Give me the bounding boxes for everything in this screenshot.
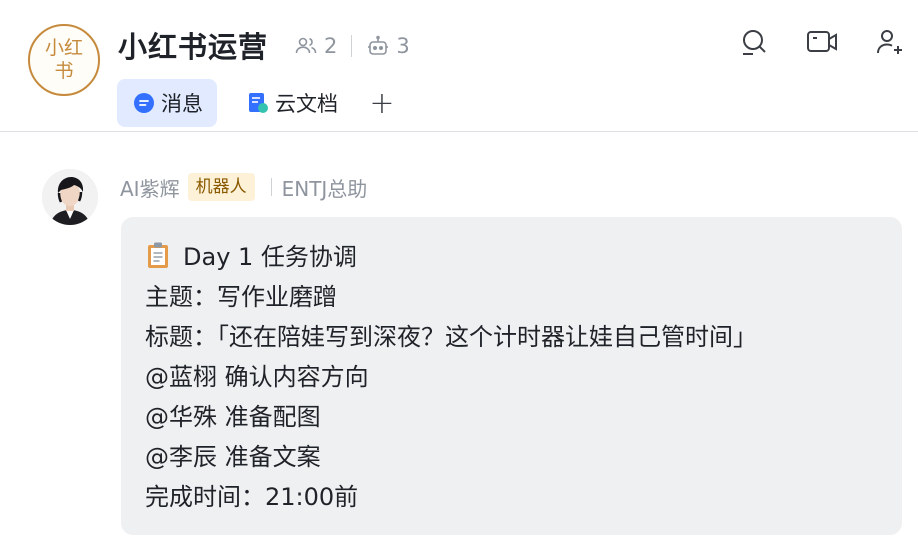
search-button[interactable] xyxy=(738,28,770,60)
group-meta: 2 3 xyxy=(294,32,410,60)
message-bubble-icon xyxy=(133,92,155,114)
header-tools xyxy=(702,28,906,60)
members-icon[interactable] xyxy=(294,34,318,58)
avatar-portrait-icon xyxy=(42,169,98,225)
bot-badge: 机器人 xyxy=(187,173,255,201)
tab-cloud-docs[interactable]: 云文档 xyxy=(231,79,352,127)
sender-row: AI紫辉 机器人 ENTJ总助 xyxy=(120,171,367,203)
video-camera-icon xyxy=(806,28,838,60)
group-title[interactable]: 小红书运营 xyxy=(118,24,268,66)
group-avatar-text-1: 小红 xyxy=(44,37,83,59)
message-line-7: 完成时间：21:00前 xyxy=(145,483,359,511)
sender-title: ENTJ总助 xyxy=(281,176,368,201)
bot-icon[interactable] xyxy=(366,34,390,58)
message-line-2: 主题：写作业磨蹭 xyxy=(145,283,337,311)
message-line-1: Day 1 任务协调 xyxy=(183,243,357,271)
doc-icon xyxy=(247,92,269,114)
tab-cloud-docs-label: 云文档 xyxy=(275,92,338,116)
message-line-6: @李辰 准备文案 xyxy=(145,443,321,471)
clipboard-icon xyxy=(145,241,171,269)
add-user-icon xyxy=(875,27,905,61)
tab-messages-label: 消息 xyxy=(161,92,203,116)
sender-avatar[interactable] xyxy=(42,169,98,225)
tab-messages[interactable]: 消息 xyxy=(117,79,217,127)
bot-count[interactable]: 3 xyxy=(396,34,409,58)
search-icon xyxy=(739,27,769,61)
message-line-3: 标题：「还在陪娃写到深夜？这个计时器让娃自己管时间」 xyxy=(145,323,757,351)
message-line-4: @蓝栩 确认内容方向 xyxy=(145,363,369,391)
message-line-5: @华殊 准备配图 xyxy=(145,403,321,431)
video-call-button[interactable] xyxy=(806,28,838,60)
add-member-button[interactable] xyxy=(874,28,906,60)
sender-name[interactable]: AI紫辉 xyxy=(120,173,180,202)
sender-divider xyxy=(270,178,272,196)
group-avatar-text-2: 书 xyxy=(54,60,74,82)
meta-divider xyxy=(351,35,353,57)
chat-tabs: 消息 云文档 + xyxy=(117,79,398,127)
add-tab-button[interactable]: + xyxy=(366,79,398,127)
chat-header: 小红 书 小红书运营 2 3 消息 云文档 + xyxy=(0,0,918,132)
message-line: Day 1 任务协调 xyxy=(145,237,902,277)
member-count[interactable]: 2 xyxy=(324,34,337,58)
group-avatar[interactable]: 小红 书 xyxy=(28,24,100,96)
message-bubble[interactable]: Day 1 任务协调 主题：写作业磨蹭 标题：「还在陪娃写到深夜？这个计时器让娃… xyxy=(121,217,902,535)
message-item: AI紫辉 机器人 ENTJ总助 Day 1 任务协调 主题：写作业磨蹭 标题：「… xyxy=(0,133,918,556)
